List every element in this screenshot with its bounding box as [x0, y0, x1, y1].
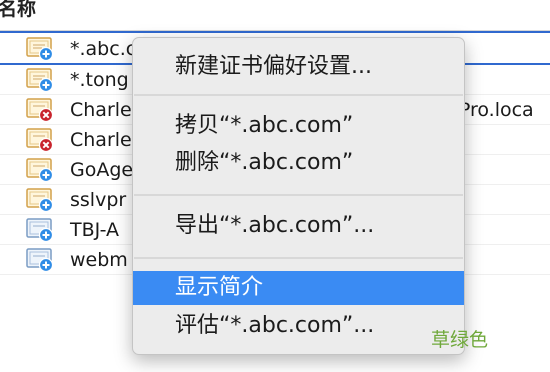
- menu-item-copy[interactable]: 拷贝“*.abc.com”: [133, 109, 464, 143]
- menu-item-new-certificate-preference[interactable]: 新建证书偏好设置...: [133, 50, 464, 84]
- menu-item-delete[interactable]: 删除“*.abc.com”: [133, 146, 464, 180]
- certificate-plus-icon: [26, 188, 54, 212]
- context-menu: 新建证书偏好设置... 拷贝“*.abc.com” 删除“*.abc.com” …: [132, 37, 465, 355]
- certificate-plus-icon: [26, 158, 54, 182]
- menu-separator: [134, 194, 463, 196]
- certificate-plus-icon: [26, 68, 54, 92]
- menu-item-export[interactable]: 导出“*.abc.com”...: [133, 209, 464, 243]
- menu-item-get-info[interactable]: 显示简介: [133, 271, 464, 305]
- certificate-name: Charle: [70, 129, 132, 151]
- menu-item-evaluate[interactable]: 评估“*.abc.com”...: [133, 309, 464, 343]
- certificate-name: sslvpr: [70, 189, 127, 211]
- list-header: 名称: [0, 0, 550, 31]
- certificate-name: GoAge: [70, 159, 134, 181]
- certificate-name: webm: [70, 249, 128, 271]
- watermark-text: 草绿色: [431, 329, 489, 351]
- menu-separator: [134, 94, 463, 96]
- certificate-name: Charle: [70, 99, 132, 121]
- menu-separator: [134, 257, 463, 259]
- certificate-error-icon: [26, 128, 54, 152]
- certificate-plus-icon: [26, 37, 54, 61]
- certificate-name: TBJ-A: [70, 219, 120, 241]
- certificate-plus-icon: [26, 218, 54, 242]
- column-header-name[interactable]: 名称: [0, 0, 36, 21]
- certificate-name: *.abc.c: [70, 38, 137, 60]
- certificate-error-icon: [26, 98, 54, 122]
- certificate-plus-icon: [26, 248, 54, 272]
- certificate-name: *.tong: [70, 69, 129, 91]
